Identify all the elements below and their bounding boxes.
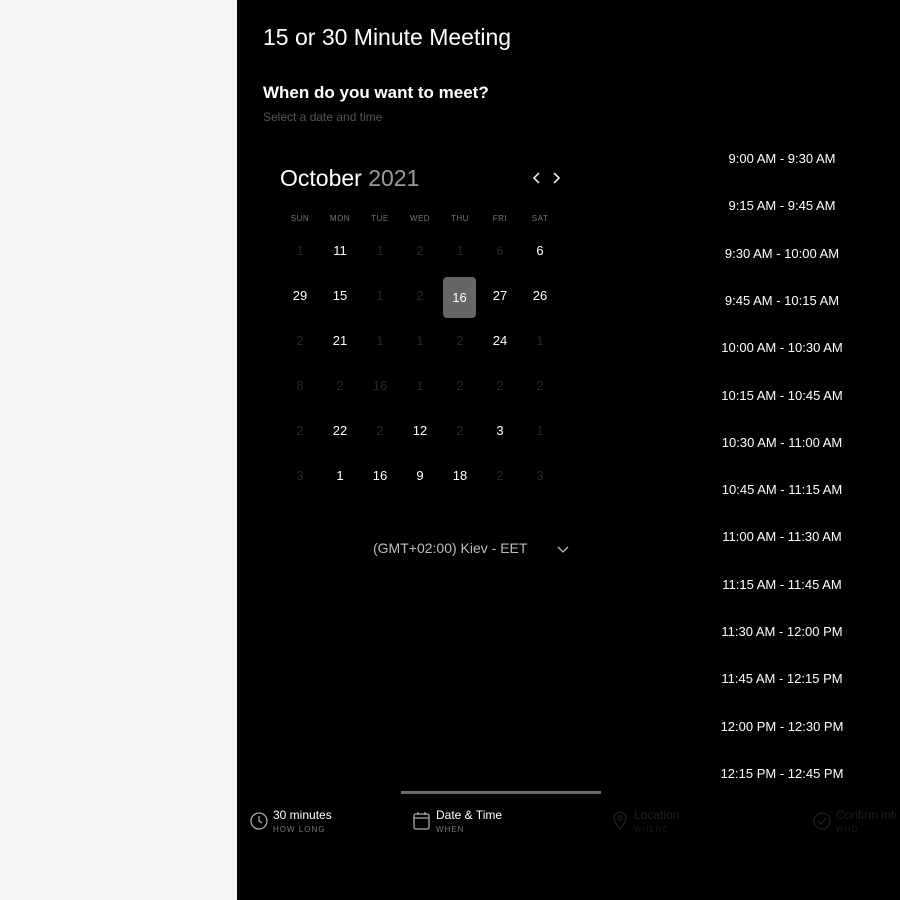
day-cell[interactable]: 26 (520, 275, 560, 316)
day-cell: 2 (456, 378, 464, 393)
step-duration-sub: HOW LONG (273, 825, 326, 834)
time-slot[interactable]: 12:00 PM - 12:30 PM (707, 719, 857, 734)
weekday-label: TUE (371, 214, 389, 223)
step-confirm-sub: WHO (836, 825, 859, 834)
when-heading: When do you want to meet? (263, 83, 489, 102)
check-icon (813, 812, 831, 830)
day-cell[interactable]: 24 (480, 320, 520, 361)
day-cell: 16 (372, 378, 388, 393)
day-cell: 2 (376, 423, 384, 438)
meeting-title: 15 or 30 Minute Meeting (263, 24, 512, 50)
day-cell: 6 (496, 243, 504, 258)
time-slot[interactable]: 12:15 PM - 12:45 PM (707, 766, 857, 781)
time-slot[interactable]: 11:15 AM - 11:45 AM (707, 577, 857, 592)
calendar-grid: 1 11 1 2 1 6 6 29 15 1 2 16 27 26 2 21 1 1 2 24 1 8 2 16 1 2 2 2 2 22… (280, 230, 560, 502)
day-cell[interactable]: 29 (280, 275, 320, 316)
day-cell: 2 (296, 423, 304, 438)
day-cell: 1 (376, 288, 384, 303)
location-pin-icon (613, 811, 627, 831)
weekday-label: SAT (531, 214, 549, 223)
day-cell: 2 (296, 333, 304, 348)
time-slot[interactable]: 9:00 AM - 9:30 AM (707, 151, 857, 166)
day-cell[interactable]: 1 (320, 455, 360, 496)
time-slot[interactable]: 11:00 AM - 11:30 AM (707, 529, 857, 544)
step-confirm-label: Confirm info (836, 808, 897, 822)
day-cell: 2 (416, 243, 424, 258)
step-progress-bar (401, 791, 601, 794)
step-date-time-label: Date & Time (436, 808, 503, 822)
day-cell: 2 (416, 288, 424, 303)
day-cell: 2 (496, 468, 504, 483)
step-duration-label: 30 minutes (273, 808, 332, 822)
day-cell[interactable]: 16 (360, 455, 400, 496)
time-slot[interactable]: 11:45 AM - 12:15 PM (707, 671, 857, 686)
day-cell: 2 (456, 423, 464, 438)
weekday-label: WED (409, 214, 431, 223)
day-cell[interactable]: 3 (480, 410, 520, 451)
step-location[interactable]: Location WHERE (610, 806, 740, 838)
weekday-label: SUN (290, 214, 310, 223)
selected-day-cell[interactable]: 16 (443, 277, 476, 318)
weekday-label: THU (451, 214, 469, 223)
day-cell[interactable]: 6 (520, 230, 560, 271)
step-date-time-sub: WHEN (436, 825, 465, 834)
day-cell[interactable]: 27 (480, 275, 520, 316)
day-cell[interactable]: 12 (400, 410, 440, 451)
next-month-button[interactable] (548, 168, 564, 188)
prev-month-button[interactable] (529, 168, 545, 188)
step-location-label: Location (634, 808, 680, 822)
timezone-dropdown-button[interactable] (555, 540, 571, 558)
day-cell[interactable]: 15 (320, 275, 360, 316)
calendar-icon (413, 812, 430, 830)
weekday-label: FRI (492, 214, 508, 223)
time-slot[interactable]: 9:45 AM - 10:15 AM (707, 293, 857, 308)
time-slot[interactable]: 9:15 AM - 9:45 AM (707, 198, 857, 213)
time-slot[interactable]: 10:15 AM - 10:45 AM (707, 388, 857, 403)
day-cell: 1 (376, 243, 384, 258)
day-cell: 2 (496, 378, 504, 393)
day-cell: 1 (536, 333, 544, 348)
day-cell: 1 (376, 333, 384, 348)
day-cell: 8 (296, 378, 304, 393)
day-cell[interactable]: 22 (320, 410, 360, 451)
left-blank-area (0, 0, 237, 900)
chevron-left-icon (532, 172, 540, 184)
weekday-header: SUN MON TUE WED THU FRI SAT (280, 214, 560, 226)
month-label: October (280, 165, 362, 191)
time-slot[interactable]: 9:30 AM - 10:00 AM (707, 246, 857, 261)
year-label: 2021 (368, 165, 420, 191)
chevron-down-icon (557, 546, 569, 553)
time-slot[interactable]: 10:45 AM - 11:15 AM (707, 482, 857, 497)
step-confirm[interactable]: Confirm info WHO (812, 806, 897, 838)
day-cell: 1 (416, 333, 424, 348)
select-date-subtitle: Select a date and time (263, 110, 383, 124)
step-location-sub: WHERE (634, 825, 669, 834)
day-cell: 2 (536, 378, 544, 393)
day-cell: 1 (296, 243, 304, 258)
day-cell: 2 (456, 333, 464, 348)
day-cell: 3 (296, 468, 304, 483)
step-date-time[interactable]: Date & Time WHEN (412, 806, 542, 838)
day-cell[interactable]: 9 (400, 455, 440, 496)
clock-icon (250, 812, 268, 830)
day-cell: 2 (336, 378, 344, 393)
time-slot[interactable]: 10:00 AM - 10:30 AM (707, 340, 857, 355)
month-year-label: October 2021 (280, 165, 419, 192)
weekday-label: MON (329, 214, 351, 223)
time-slot[interactable]: 11:30 AM - 12:00 PM (707, 624, 857, 639)
chevron-right-icon (553, 172, 561, 184)
day-cell: 1 (536, 423, 544, 438)
day-cell: 1 (456, 243, 464, 258)
time-slot[interactable]: 10:30 AM - 11:00 AM (707, 435, 857, 450)
day-cell[interactable]: 18 (440, 455, 480, 496)
day-cell: 3 (536, 468, 544, 483)
timezone-select[interactable]: (GMT+02:00) Kiev - EET (373, 540, 527, 556)
step-duration[interactable]: 30 minutes HOW LONG (249, 806, 379, 838)
day-cell[interactable]: 21 (320, 320, 360, 361)
day-cell[interactable]: 11 (320, 230, 360, 271)
day-cell: 1 (416, 378, 424, 393)
scheduler-panel: 15 or 30 Minute Meeting When do you want… (237, 0, 900, 900)
